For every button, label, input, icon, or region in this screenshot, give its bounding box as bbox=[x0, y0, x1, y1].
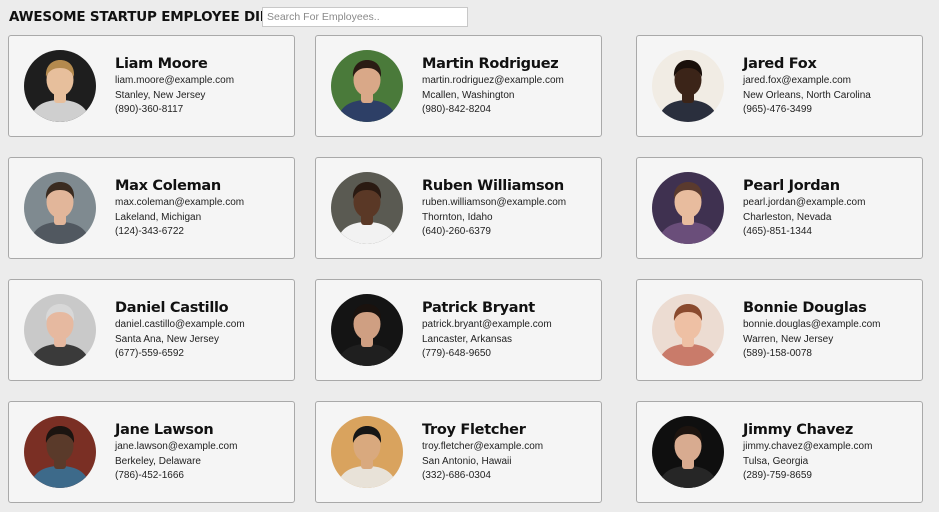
employee-card[interactable]: Bonnie Douglas bonnie.douglas@example.co… bbox=[636, 279, 923, 381]
employee-name: Pearl Jordan bbox=[743, 178, 840, 194]
employee-card[interactable]: Jane Lawson jane.lawson@example.com Berk… bbox=[8, 401, 295, 503]
employee-name: Troy Fletcher bbox=[422, 422, 526, 438]
employee-avatar bbox=[331, 416, 403, 488]
avatar-portrait-icon bbox=[331, 172, 403, 244]
employee-avatar bbox=[24, 172, 96, 244]
employee-card[interactable]: Daniel Castillo daniel.castillo@example.… bbox=[8, 279, 295, 381]
employee-name: Patrick Bryant bbox=[422, 300, 535, 316]
employee-email: patrick.bryant@example.com bbox=[422, 319, 552, 330]
employee-info: Jared Fox jared.fox@example.com New Orle… bbox=[743, 55, 916, 118]
employee-name: Daniel Castillo bbox=[115, 300, 229, 316]
employee-email: daniel.castillo@example.com bbox=[115, 319, 245, 330]
employee-name: Max Coleman bbox=[115, 178, 221, 194]
employee-phone: (589)-158-0078 bbox=[743, 348, 812, 359]
employee-phone: (289)-759-8659 bbox=[743, 470, 812, 481]
avatar-portrait-icon bbox=[331, 50, 403, 122]
employee-email: ruben.williamson@example.com bbox=[422, 197, 567, 208]
employee-name: Jane Lawson bbox=[115, 422, 214, 438]
employee-location: Charleston, Nevada bbox=[743, 211, 832, 223]
employee-info: Patrick Bryant patrick.bryant@example.co… bbox=[422, 299, 595, 362]
avatar-portrait-icon bbox=[331, 416, 403, 488]
employee-avatar bbox=[331, 294, 403, 366]
employee-info: Max Coleman max.coleman@example.com Lake… bbox=[115, 177, 288, 240]
employee-info: Ruben Williamson ruben.williamson@exampl… bbox=[422, 177, 595, 240]
employee-name: Ruben Williamson bbox=[422, 178, 564, 194]
avatar-portrait-icon bbox=[24, 50, 96, 122]
employee-phone: (465)-851-1344 bbox=[743, 226, 812, 237]
avatar-portrait-icon bbox=[24, 416, 96, 488]
employee-phone: (786)-452-1666 bbox=[115, 470, 184, 481]
employee-info: Pearl Jordan pearl.jordan@example.com Ch… bbox=[743, 177, 916, 240]
employee-avatar bbox=[652, 294, 724, 366]
employee-info: Troy Fletcher troy.fletcher@example.com … bbox=[422, 421, 595, 484]
employee-card[interactable]: Jimmy Chavez jimmy.chavez@example.com Tu… bbox=[636, 401, 923, 503]
employee-info: Jimmy Chavez jimmy.chavez@example.com Tu… bbox=[743, 421, 916, 484]
employee-location: San Antonio, Hawaii bbox=[422, 455, 512, 467]
employee-email: jimmy.chavez@example.com bbox=[743, 441, 873, 452]
employee-card[interactable]: Liam Moore liam.moore@example.com Stanle… bbox=[8, 35, 295, 137]
employee-location: Lancaster, Arkansas bbox=[422, 333, 513, 345]
employee-location: New Orleans, North Carolina bbox=[743, 89, 871, 101]
employee-card[interactable]: Jared Fox jared.fox@example.com New Orle… bbox=[636, 35, 923, 137]
employee-email: martin.rodriguez@example.com bbox=[422, 75, 564, 86]
employee-email: jane.lawson@example.com bbox=[115, 441, 238, 452]
employee-avatar bbox=[24, 416, 96, 488]
employee-email: bonnie.douglas@example.com bbox=[743, 319, 881, 330]
employee-email: pearl.jordan@example.com bbox=[743, 197, 866, 208]
employee-phone: (980)-842-8204 bbox=[422, 104, 491, 115]
avatar-portrait-icon bbox=[24, 172, 96, 244]
employee-avatar bbox=[652, 50, 724, 122]
employee-name: Jimmy Chavez bbox=[743, 422, 853, 438]
employee-phone: (677)-559-6592 bbox=[115, 348, 184, 359]
employee-location: Warren, New Jersey bbox=[743, 333, 834, 345]
employee-email: troy.fletcher@example.com bbox=[422, 441, 544, 452]
employee-info: Jane Lawson jane.lawson@example.com Berk… bbox=[115, 421, 288, 484]
employee-info: Liam Moore liam.moore@example.com Stanle… bbox=[115, 55, 288, 118]
employee-card[interactable]: Troy Fletcher troy.fletcher@example.com … bbox=[315, 401, 602, 503]
employee-email: liam.moore@example.com bbox=[115, 75, 235, 86]
employee-phone: (124)-343-6722 bbox=[115, 226, 184, 237]
employee-phone: (965)-476-3499 bbox=[743, 104, 812, 115]
employee-email: jared.fox@example.com bbox=[743, 75, 851, 86]
avatar-portrait-icon bbox=[652, 294, 724, 366]
employee-avatar bbox=[331, 172, 403, 244]
employee-name: Jared Fox bbox=[743, 56, 817, 72]
employee-phone: (640)-260-6379 bbox=[422, 226, 491, 237]
employee-phone: (779)-648-9650 bbox=[422, 348, 491, 359]
employee-name: Bonnie Douglas bbox=[743, 300, 867, 316]
avatar-portrait-icon bbox=[24, 294, 96, 366]
employee-location: Tulsa, Georgia bbox=[743, 455, 809, 467]
avatar-portrait-icon bbox=[652, 172, 724, 244]
employee-email: max.coleman@example.com bbox=[115, 197, 245, 208]
employee-card[interactable]: Patrick Bryant patrick.bryant@example.co… bbox=[315, 279, 602, 381]
employee-name: Martin Rodriguez bbox=[422, 56, 559, 72]
employee-info: Martin Rodriguez martin.rodriguez@exampl… bbox=[422, 55, 595, 118]
employee-avatar bbox=[652, 172, 724, 244]
avatar-portrait-icon bbox=[652, 50, 724, 122]
employee-avatar bbox=[331, 50, 403, 122]
employee-location: Santa Ana, New Jersey bbox=[115, 333, 219, 345]
employee-location: Berkeley, Delaware bbox=[115, 455, 201, 467]
employee-info: Daniel Castillo daniel.castillo@example.… bbox=[115, 299, 288, 362]
employee-info: Bonnie Douglas bonnie.douglas@example.co… bbox=[743, 299, 916, 362]
employee-location: Mcallen, Washington bbox=[422, 89, 515, 101]
employee-avatar bbox=[24, 294, 96, 366]
employee-card[interactable]: Martin Rodriguez martin.rodriguez@exampl… bbox=[315, 35, 602, 137]
employee-card[interactable]: Pearl Jordan pearl.jordan@example.com Ch… bbox=[636, 157, 923, 259]
directory-page: AWESOME STARTUP EMPLOYEE DIRECTORY Liam … bbox=[0, 0, 939, 512]
employee-card[interactable]: Max Coleman max.coleman@example.com Lake… bbox=[8, 157, 295, 259]
employee-name: Liam Moore bbox=[115, 56, 208, 72]
employee-avatar bbox=[24, 50, 96, 122]
employee-card[interactable]: Ruben Williamson ruben.williamson@exampl… bbox=[315, 157, 602, 259]
employee-location: Lakeland, Michigan bbox=[115, 211, 202, 223]
employee-location: Thornton, Idaho bbox=[422, 211, 493, 223]
employee-phone: (332)-686-0304 bbox=[422, 470, 491, 481]
employee-phone: (890)-360-8117 bbox=[115, 104, 184, 115]
avatar-portrait-icon bbox=[652, 416, 724, 488]
employee-grid: Liam Moore liam.moore@example.com Stanle… bbox=[0, 0, 939, 512]
employee-location: Stanley, New Jersey bbox=[115, 89, 206, 101]
employee-avatar bbox=[652, 416, 724, 488]
avatar-portrait-icon bbox=[331, 294, 403, 366]
